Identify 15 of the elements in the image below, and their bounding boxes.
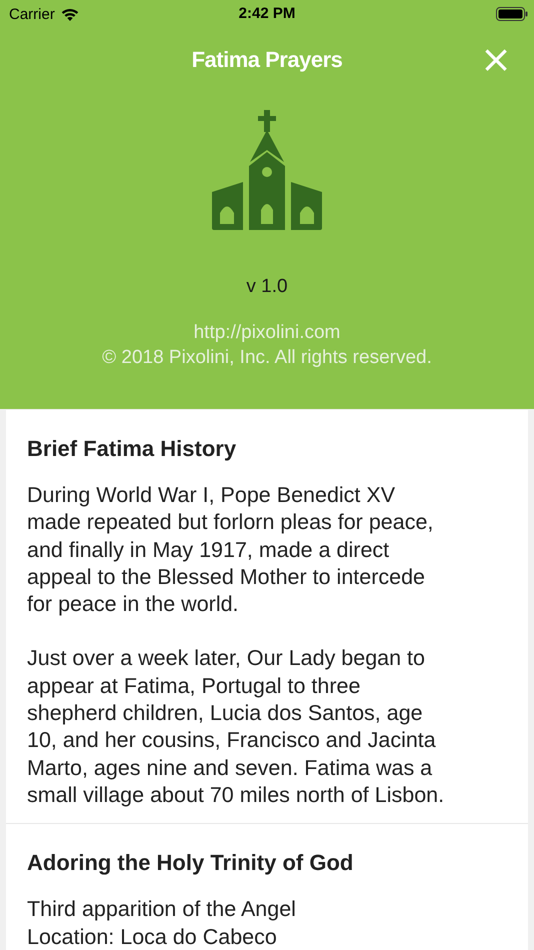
section-title: Brief Fatima History xyxy=(27,436,238,462)
wifi-icon xyxy=(60,8,79,20)
section-paragraph: Just over a week later, Our Lady began to appear at Fatima, Portugal to three shepherd children, Lucia dos Santos, age 10, and her cousins, Francisco and Jacinta Marto, ages nine and seven. Fatima was a small village about 70 miles north of Lisbon. xyxy=(27,645,446,809)
church-icon xyxy=(212,110,322,230)
website-link[interactable]: http://pixolini.com xyxy=(194,322,340,344)
section-title: Adoring the Holy Trinity of God xyxy=(27,850,354,876)
carrier-label: Carrier xyxy=(9,6,55,22)
section-paragraph: During World War I, Pope Benedict XV made repeated but forlorn pleas for peace, and finally in May 1917, made a direct appeal to the Blessed Mother to intercede for peace in the world. xyxy=(27,482,434,618)
section-paragraph: Third apparition of the Angel Location: Loca do Cabeco xyxy=(27,896,297,950)
nav-title: Fatima Prayers xyxy=(192,47,342,73)
version-label: v 1.0 xyxy=(246,276,288,298)
status-time: 2:42 PM xyxy=(238,5,296,22)
close-button[interactable]: × xyxy=(480,40,512,78)
battery-icon xyxy=(496,7,528,21)
copyright-text: © 2018 Pixolini, Inc. All rights reserved. xyxy=(102,347,432,369)
